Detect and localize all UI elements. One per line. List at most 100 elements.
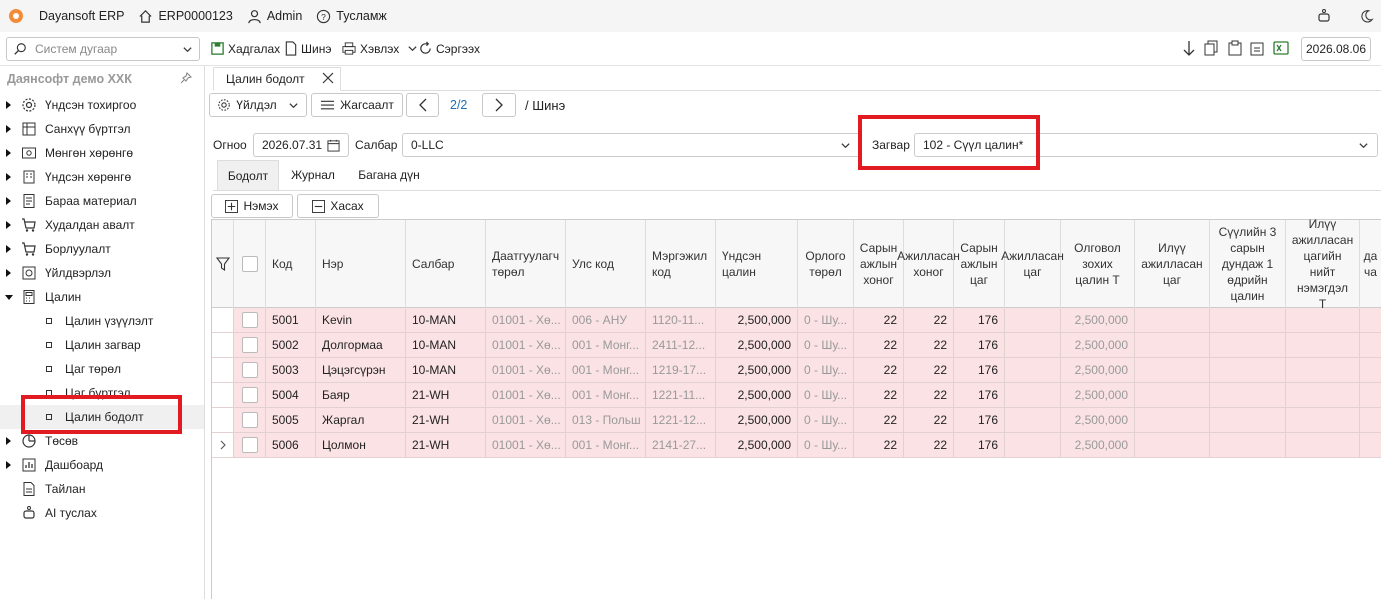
tab-calculation[interactable]: Бодолт	[217, 160, 279, 190]
expand-right-icon[interactable]	[6, 461, 11, 469]
row-select-cell[interactable]	[234, 408, 266, 433]
table-cell[interactable]: 176	[954, 383, 1005, 408]
table-cell-empty[interactable]	[1135, 358, 1210, 383]
table-cell[interactable]: 176	[954, 408, 1005, 433]
expand-down-icon[interactable]	[5, 295, 13, 300]
table-cell[interactable]: 22	[854, 383, 904, 408]
column-header[interactable]: Үндсэн цалин	[716, 220, 798, 308]
table-cell[interactable]: 2,500,000	[716, 308, 798, 333]
work-date-field[interactable]: 2026.08.06	[1301, 37, 1371, 61]
row-checkbox[interactable]	[241, 337, 258, 353]
refresh-button[interactable]: Сэргээх	[418, 32, 480, 65]
table-cell[interactable]: 01001 - Хө...	[486, 333, 566, 358]
table-cell[interactable]: 001 - Монг...	[566, 333, 646, 358]
list-button[interactable]: Жагсаалт	[311, 93, 403, 117]
tab-salary-calculation[interactable]: Цалин бодолт	[213, 67, 341, 91]
table-cell[interactable]: 22	[854, 308, 904, 333]
table-cell[interactable]: 1219-17...	[646, 358, 716, 383]
sidebar-item[interactable]: Үндсэн тохиргоо	[0, 93, 204, 117]
table-cell-empty[interactable]	[1286, 433, 1360, 458]
row-select-cell[interactable]	[234, 358, 266, 383]
app-logo-group[interactable]: Dayansoft ERP	[8, 8, 124, 24]
table-cell[interactable]: 0 - Шу...	[798, 308, 854, 333]
column-header[interactable]: Ажилласан цаг	[1001, 220, 1064, 308]
table-cell[interactable]: 2,500,000	[1061, 308, 1135, 333]
table-row[interactable]: 5006 Цолмон 21-WH 01001 - Хө... 001 - Монг..…	[212, 433, 1381, 458]
table-cell[interactable]: 001 - Монг...	[566, 433, 646, 458]
paste-icon[interactable]	[1228, 40, 1242, 56]
user-menu[interactable]: Admin	[247, 9, 302, 24]
table-cell[interactable]: 2,500,000	[716, 358, 798, 383]
table-cell-empty[interactable]	[1135, 383, 1210, 408]
table-cell[interactable]	[1005, 408, 1061, 433]
calendar-icon[interactable]	[327, 139, 340, 152]
table-cell[interactable]: 10-MAN	[406, 358, 486, 383]
row-select-cell[interactable]	[234, 383, 266, 408]
filter-icon[interactable]	[215, 257, 230, 271]
tab-column-totals[interactable]: Багана дүн	[350, 160, 428, 190]
save-button[interactable]: Хадгалах	[210, 32, 280, 65]
expand-right-icon[interactable]	[6, 197, 11, 205]
column-header[interactable]: Улс код	[566, 220, 646, 308]
select-all-cell[interactable]	[234, 220, 266, 308]
table-cell[interactable]: 1221-11...	[646, 383, 716, 408]
expand-right-icon[interactable]	[6, 245, 11, 253]
table-cell-empty[interactable]	[1135, 408, 1210, 433]
sidebar-subitem[interactable]: Цалин үзүүлэлт	[0, 309, 204, 333]
table-cell[interactable]: 01001 - Хө...	[486, 358, 566, 383]
table-cell[interactable]: 2,500,000	[1061, 408, 1135, 433]
table-cell[interactable]: 22	[904, 383, 954, 408]
table-cell-empty[interactable]	[1360, 308, 1381, 333]
table-cell[interactable]: 1120-11...	[646, 308, 716, 333]
sidebar-item[interactable]: Цалин	[0, 285, 204, 309]
row-indicator[interactable]	[212, 358, 234, 383]
table-cell[interactable]: 2,500,000	[1061, 358, 1135, 383]
table-row[interactable]: 5005 Жаргал 21-WH 01001 - Хө... 013 - Польш 1…	[212, 408, 1381, 433]
table-cell[interactable]: 10-MAN	[406, 308, 486, 333]
table-cell-empty[interactable]	[1360, 358, 1381, 383]
table-cell[interactable]: 22	[854, 333, 904, 358]
table-cell[interactable]: 5004	[266, 383, 316, 408]
expand-right-icon[interactable]	[6, 221, 11, 229]
table-cell[interactable]	[1005, 383, 1061, 408]
doc-number-group[interactable]: ERP0000123	[138, 9, 233, 24]
sidebar-item[interactable]: Мөнгөн хөрөнгө	[0, 141, 204, 165]
sidebar-subitem[interactable]: Цаг төрөл	[0, 357, 204, 381]
table-cell-empty[interactable]	[1360, 333, 1381, 358]
table-cell[interactable]: 176	[954, 333, 1005, 358]
help-link[interactable]: ? Тусламж	[316, 9, 387, 24]
table-cell[interactable]: Баяр	[316, 383, 406, 408]
table-cell[interactable]	[1005, 433, 1061, 458]
table-cell-empty[interactable]	[1210, 433, 1286, 458]
sidebar-item[interactable]: Бараа материал	[0, 189, 204, 213]
sidebar-item[interactable]: Борлуулалт	[0, 237, 204, 261]
excel-icon[interactable]	[1273, 40, 1289, 56]
column-header[interactable]: Илүү ажилласан цаг	[1135, 220, 1210, 308]
table-cell[interactable]: 176	[954, 358, 1005, 383]
table-cell[interactable]: Цэцэгсүрэн	[316, 358, 406, 383]
table-row[interactable]: 5002 Долгормаа 10-MAN 01001 - Хө... 001 - Мо…	[212, 333, 1381, 358]
table-cell[interactable]: 21-WH	[406, 433, 486, 458]
table-cell[interactable]: 01001 - Хө...	[486, 408, 566, 433]
clipboard-icon[interactable]	[1250, 40, 1264, 56]
table-cell-empty[interactable]	[1135, 333, 1210, 358]
row-checkbox[interactable]	[241, 312, 258, 328]
table-cell[interactable]: Жаргал	[316, 408, 406, 433]
row-checkbox[interactable]	[241, 362, 258, 378]
filter-cell[interactable]	[212, 220, 234, 308]
table-cell[interactable]	[1005, 333, 1061, 358]
table-cell[interactable]: 22	[854, 408, 904, 433]
table-cell[interactable]: 01001 - Хө...	[486, 433, 566, 458]
column-header[interactable]: Нэр	[316, 220, 406, 308]
row-indicator[interactable]	[212, 408, 234, 433]
table-cell[interactable]: 0 - Шу...	[798, 333, 854, 358]
row-checkbox[interactable]	[241, 412, 258, 428]
column-header[interactable]: Мэргэжил код	[646, 220, 716, 308]
pin-icon[interactable]	[180, 72, 192, 84]
table-cell-empty[interactable]	[1286, 383, 1360, 408]
table-cell-empty[interactable]	[1135, 308, 1210, 333]
table-cell[interactable]: 10-MAN	[406, 333, 486, 358]
table-cell[interactable]: 013 - Польш	[566, 408, 646, 433]
column-header[interactable]: Олговол зохих цалин Т	[1061, 220, 1135, 308]
table-cell-empty[interactable]	[1135, 433, 1210, 458]
